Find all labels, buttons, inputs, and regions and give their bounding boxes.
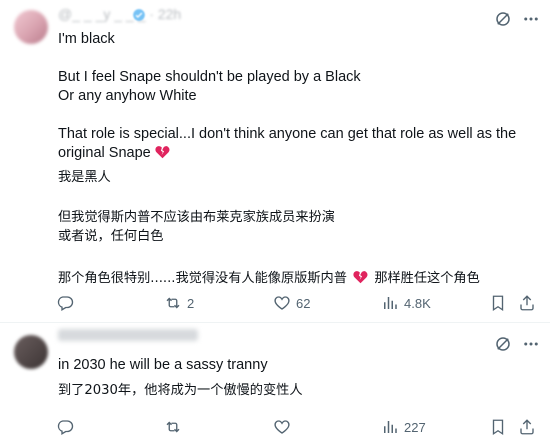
more-icon[interactable] bbox=[522, 335, 540, 353]
grok-icon[interactable] bbox=[494, 335, 512, 353]
text-line: That role is special...I don't think any… bbox=[58, 126, 517, 142]
repost-icon bbox=[166, 421, 180, 433]
repost-button[interactable]: 2 bbox=[164, 291, 194, 315]
repost-icon bbox=[166, 297, 180, 309]
post-1[interactable]: @_ _ _y _ _ _ · 22h I'm black But I feel… bbox=[0, 0, 550, 322]
bookmark-icon[interactable] bbox=[489, 294, 507, 312]
action-bar: 2 62 4.8K bbox=[56, 291, 540, 315]
more-icon[interactable] bbox=[522, 10, 540, 28]
text-line: 那个角色很特别......我觉得没有人能像原版斯内普 bbox=[58, 271, 347, 286]
share-icon[interactable] bbox=[518, 418, 536, 436]
like-icon bbox=[274, 296, 290, 310]
reply-icon bbox=[57, 296, 74, 311]
author-handle[interactable]: @_ _ _y _ _ _ · 22h bbox=[58, 6, 181, 22]
broken-heart-emoji bbox=[155, 146, 170, 159]
avatar[interactable] bbox=[14, 335, 48, 369]
text-line: 那样胜任这个角色 bbox=[374, 271, 480, 286]
text-line-with-emoji: 那个角色很特别......我觉得没有人能像原版斯内普 那样胜任这个角色 bbox=[58, 269, 534, 288]
reply-button[interactable] bbox=[56, 291, 79, 315]
views-icon bbox=[384, 297, 397, 309]
text-line: 我是黑人 bbox=[58, 170, 111, 185]
avatar[interactable] bbox=[14, 10, 48, 44]
reply-button[interactable] bbox=[56, 415, 74, 439]
post-2[interactable]: in 2030 he will be a sassy tranny 到了2030… bbox=[0, 323, 550, 445]
text-line: But I feel Snape shouldn't be played by … bbox=[58, 69, 361, 85]
share-icon[interactable] bbox=[518, 294, 536, 312]
grok-icon[interactable] bbox=[494, 10, 512, 28]
text-line: original Snape bbox=[58, 145, 151, 161]
text-line-with-emoji: original Snape bbox=[58, 144, 534, 163]
post-text: in 2030 he will be a sassy tranny 到了2030… bbox=[58, 356, 534, 400]
text-line: I'm black bbox=[58, 31, 115, 47]
like-count: 62 bbox=[296, 295, 311, 311]
post-text: I'm black But I feel Snape shouldn't be … bbox=[58, 30, 534, 288]
views-count: 227 bbox=[404, 419, 426, 435]
author-handle[interactable] bbox=[58, 329, 198, 341]
views-icon bbox=[384, 421, 397, 433]
verified-badge-icon bbox=[133, 9, 145, 21]
text-line: in 2030 he will be a sassy tranny bbox=[58, 357, 268, 373]
text-line: Or any anyhow White bbox=[58, 88, 197, 104]
views-count: 4.8K bbox=[404, 295, 431, 311]
repost-button[interactable] bbox=[164, 415, 182, 439]
views-button[interactable]: 227 bbox=[381, 415, 426, 439]
broken-heart-emoji bbox=[353, 271, 368, 284]
repost-count: 2 bbox=[187, 295, 195, 311]
text-line: 到了2030年，他将成为一个傲慢的变性人 bbox=[58, 383, 303, 398]
like-button[interactable] bbox=[273, 415, 291, 439]
views-button[interactable]: 4.8K bbox=[381, 291, 431, 315]
like-icon bbox=[274, 420, 290, 434]
text-line: 但我觉得斯内普不应该由布莱克家族成员来扮演 bbox=[58, 210, 335, 225]
like-button[interactable]: 62 bbox=[273, 291, 310, 315]
reply-icon bbox=[57, 420, 74, 435]
text-line: 或者说，任何白色 bbox=[58, 229, 164, 244]
bookmark-icon[interactable] bbox=[489, 418, 507, 436]
action-bar: 227 bbox=[56, 415, 540, 439]
